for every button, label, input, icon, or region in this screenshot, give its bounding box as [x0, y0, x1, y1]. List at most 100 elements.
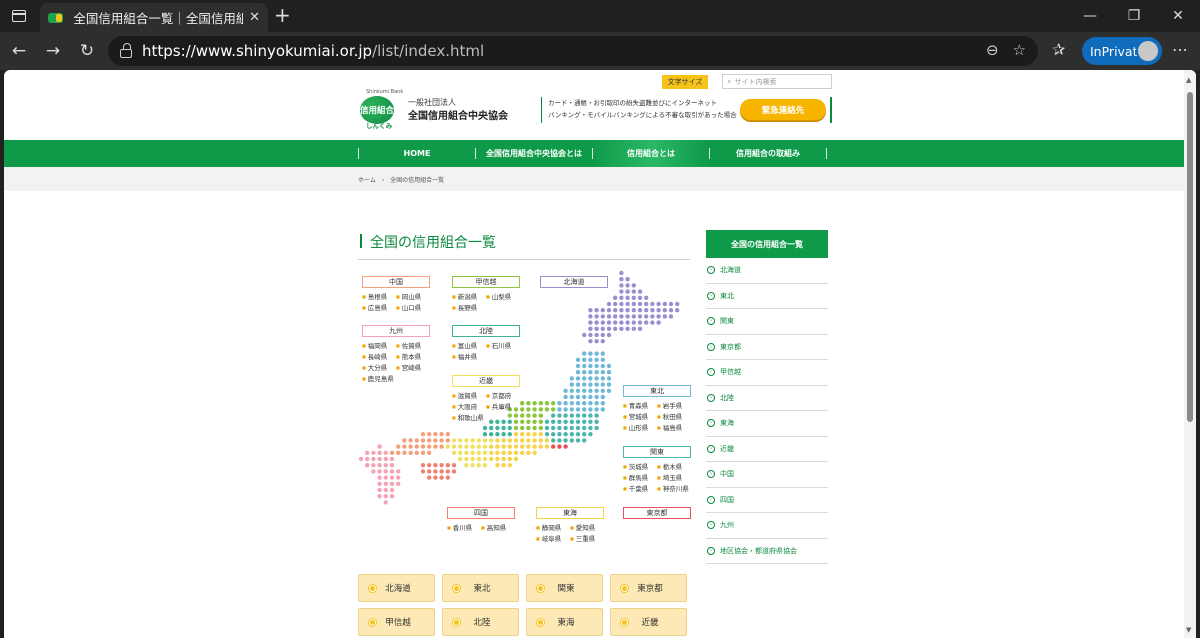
sidebar-item[interactable]: › 九州 [706, 513, 828, 539]
favorites-icon[interactable]: ✰ [1052, 40, 1065, 59]
site-search-input[interactable]: ⌕ サイト内検索 [722, 74, 832, 89]
prefecture-link[interactable]: 静岡県 [536, 523, 570, 533]
prefecture-link[interactable]: 秋田県 [657, 412, 691, 422]
sidebar-item[interactable]: › 北海道 [706, 258, 828, 284]
sidebar-item[interactable]: › 東北 [706, 284, 828, 309]
prefecture-link[interactable]: 三重県 [570, 534, 604, 544]
region-label[interactable]: 東京都 [623, 507, 691, 519]
region-label[interactable]: 近畿 [452, 375, 520, 387]
more-menu-icon[interactable]: ⋯ [1172, 40, 1188, 59]
prefecture-link[interactable]: 岩手県 [657, 401, 691, 411]
prefecture-link[interactable]: 岐阜県 [536, 534, 570, 544]
nav-association[interactable]: 全国信用組合中央協会とは [476, 140, 592, 167]
scroll-up-icon[interactable]: ▲ [1186, 76, 1191, 84]
sidebar-item[interactable]: › 甲信越 [706, 360, 828, 386]
emergency-contact-button[interactable]: 緊急連絡先 [740, 99, 826, 120]
region-label[interactable]: 甲信越 [452, 276, 520, 288]
region-label[interactable]: 東海 [536, 507, 604, 519]
prefecture-link[interactable]: 山口県 [396, 303, 430, 313]
prefecture-link[interactable]: 広島県 [362, 303, 396, 313]
reload-icon[interactable]: ↻ [76, 40, 98, 62]
tab-close-icon[interactable]: ✕ [249, 10, 260, 25]
nav-about-credit-union[interactable]: 信用組合とは [593, 140, 709, 167]
prefecture-link[interactable]: 和歌山県 [452, 413, 486, 423]
org-name[interactable]: 全国信用組合中央協会 [408, 107, 508, 122]
region-label[interactable]: 関東 [623, 446, 691, 458]
prefecture-link[interactable]: 高知県 [481, 523, 515, 533]
lock-icon[interactable] [120, 43, 132, 58]
prefecture-link[interactable]: 佐賀県 [396, 341, 430, 351]
zoom-icon[interactable]: ⊖ [986, 41, 999, 59]
prefecture-link[interactable]: 大分県 [362, 363, 396, 373]
scrollbar-thumb[interactable] [1187, 92, 1193, 422]
region-label[interactable]: 九州 [362, 325, 430, 337]
prefecture-link[interactable]: 青森県 [623, 401, 657, 411]
region-button[interactable]: 北海道 [358, 574, 435, 602]
prefecture-link[interactable]: 岡山県 [396, 292, 430, 302]
region-label[interactable]: 北海道 [540, 276, 608, 288]
browser-tab-active[interactable]: 全国信用組合一覧｜全国信用組合 ✕ [40, 3, 268, 32]
prefecture-link[interactable]: 香川県 [447, 523, 481, 533]
prefecture-link[interactable]: 茨城県 [623, 462, 657, 472]
prefecture-link[interactable]: 福井県 [452, 352, 486, 362]
prefecture-link[interactable]: 滋賀県 [452, 391, 486, 401]
bookmark-star-icon[interactable]: ☆ [1013, 41, 1026, 59]
prefecture-link[interactable]: 鹿児島県 [362, 374, 396, 384]
prefecture-link[interactable]: 千葉県 [623, 484, 657, 494]
region-label[interactable]: 四国 [447, 507, 515, 519]
prefecture-link[interactable]: 大阪府 [452, 402, 486, 412]
scroll-down-icon[interactable]: ▼ [1186, 626, 1191, 634]
close-window-icon[interactable]: ✕ [1156, 0, 1200, 32]
url-field[interactable]: https://www.shinyokumiai.or.jp/list/inde… [108, 36, 1038, 66]
breadcrumb-home[interactable]: ホーム [358, 177, 376, 184]
prefecture-link[interactable]: 山梨県 [486, 292, 520, 302]
sidebar-item[interactable]: › 東京都 [706, 335, 828, 360]
prefecture-link[interactable]: 群馬県 [623, 473, 657, 483]
prefecture-link[interactable]: 兵庫県 [486, 402, 520, 412]
sidebar-item[interactable]: › 四国 [706, 488, 828, 513]
sidebar-item[interactable]: › 東海 [706, 411, 828, 437]
tab-actions-icon[interactable] [8, 6, 30, 26]
sidebar-heading[interactable]: 全国の信用組合一覧 [706, 230, 828, 258]
region-label[interactable]: 東北 [623, 385, 691, 397]
prefecture-link[interactable]: 石川県 [486, 341, 520, 351]
sidebar-item[interactable]: › 地区協会・都道府県協会 [706, 539, 828, 564]
prefecture-link[interactable]: 栃木県 [657, 462, 691, 472]
region-button[interactable]: 甲信越 [358, 608, 435, 636]
prefecture-link[interactable]: 島根県 [362, 292, 396, 302]
prefecture-link[interactable]: 熊本県 [396, 352, 430, 362]
prefecture-link[interactable]: 京都府 [486, 391, 520, 401]
prefecture-link[interactable]: 長野県 [452, 303, 486, 313]
prefecture-link[interactable]: 埼玉県 [657, 473, 691, 483]
prefecture-link[interactable]: 福岡県 [362, 341, 396, 351]
region-button[interactable]: 近畿 [610, 608, 687, 636]
prefecture-link[interactable]: 長崎県 [362, 352, 396, 362]
prefecture-link[interactable]: 山形県 [623, 423, 657, 433]
region-label[interactable]: 中国 [362, 276, 430, 288]
prefecture-link[interactable]: 神奈川県 [657, 484, 691, 494]
region-button[interactable]: 東北 [442, 574, 519, 602]
forward-arrow-icon[interactable]: → [42, 40, 64, 62]
restore-icon[interactable]: ❐ [1112, 0, 1156, 32]
minimize-icon[interactable]: — [1068, 0, 1112, 32]
region-button[interactable]: 北陸 [442, 608, 519, 636]
region-label[interactable]: 北陸 [452, 325, 520, 337]
nav-home[interactable]: HOME [359, 140, 475, 167]
sidebar-item[interactable]: › 中国 [706, 462, 828, 488]
page-scrollbar[interactable]: ▲ ▼ [1184, 70, 1196, 638]
region-button[interactable]: 関東 [526, 574, 603, 602]
nav-initiatives[interactable]: 信用組合の取組み [710, 140, 826, 167]
new-tab-icon[interactable]: + [274, 5, 291, 25]
font-size-button[interactable]: 文字サイズ [662, 75, 708, 89]
region-button[interactable]: 東海 [526, 608, 603, 636]
region-button[interactable]: 東京都 [610, 574, 687, 602]
back-arrow-icon[interactable]: ← [8, 40, 30, 62]
sidebar-item[interactable]: › 近畿 [706, 437, 828, 462]
sidebar-item[interactable]: › 北陸 [706, 386, 828, 411]
prefecture-link[interactable]: 宮城県 [623, 412, 657, 422]
sidebar-item[interactable]: › 関東 [706, 309, 828, 335]
prefecture-link[interactable]: 宮崎県 [396, 363, 430, 373]
prefecture-link[interactable]: 新潟県 [452, 292, 486, 302]
inprivate-badge[interactable]: InPrivate [1082, 37, 1162, 65]
prefecture-link[interactable]: 愛知県 [570, 523, 604, 533]
